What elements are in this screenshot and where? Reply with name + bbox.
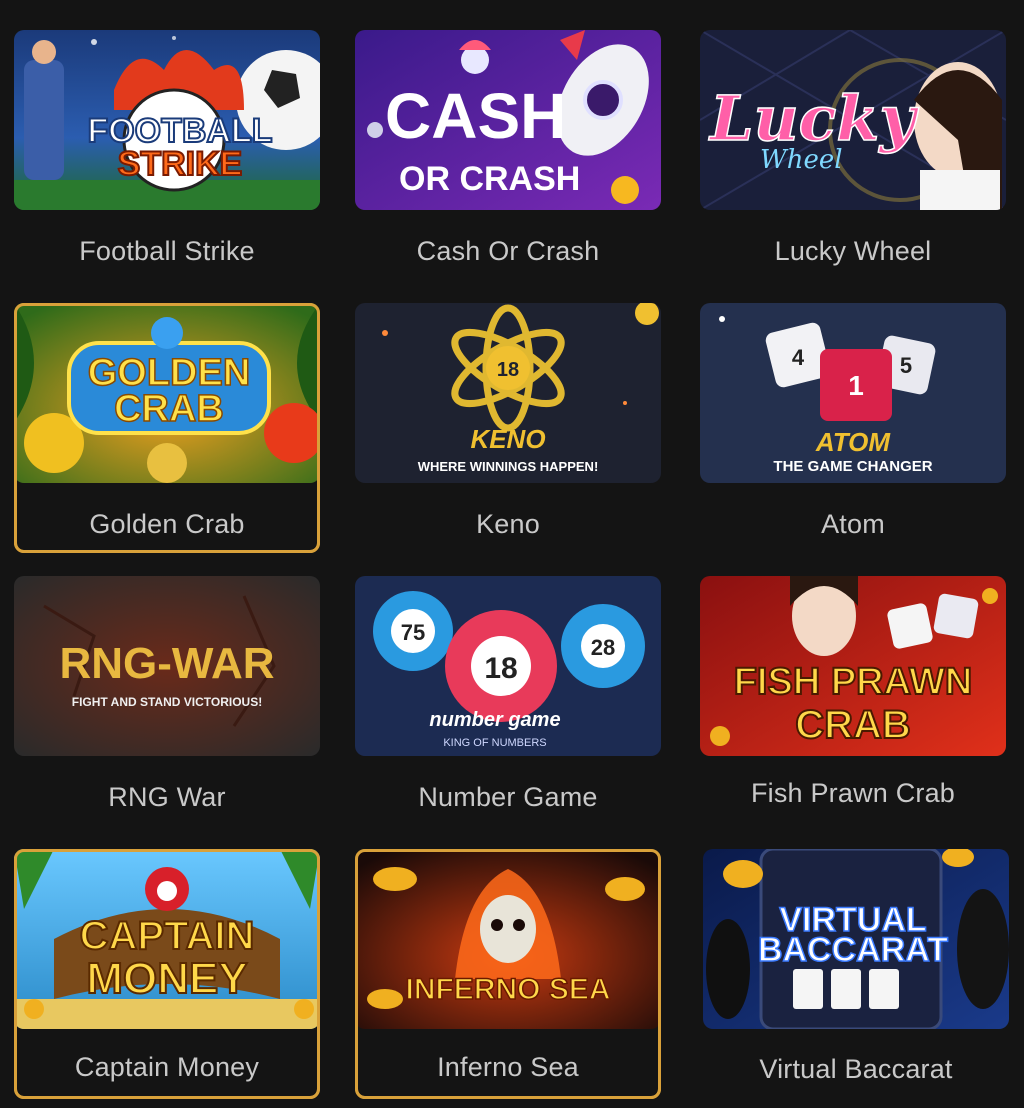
game-card-captain-money[interactable]: CAPTAIN MONEY Captain Money (14, 849, 320, 1099)
game-thumbnail-captain-money[interactable]: CAPTAIN MONEY (14, 849, 320, 1029)
art-ball-28: 28 (591, 635, 615, 660)
art-tagline-rng-war: FIGHT AND STAND VICTORIOUS! (72, 695, 262, 709)
art-subtitle-crab: CRAB (114, 388, 224, 430)
game-card-virtual-baccarat[interactable]: VIRTUAL BACCARAT Virtual Baccarat (703, 849, 1009, 1099)
game-name: Lucky Wheel (774, 236, 932, 266)
game-name: Virtual Baccarat (759, 1054, 953, 1084)
art-ball-75: 75 (401, 620, 425, 645)
game-name: RNG War (108, 782, 226, 812)
art-tile-4: 4 (792, 345, 805, 370)
game-thumbnail-golden-crab[interactable]: GOLDEN CRAB (14, 303, 320, 483)
game-thumbnail-atom[interactable]: 4 5 1 ATOM THE GAME CHANGER (700, 303, 1006, 483)
art-ball-18: 18 (484, 652, 517, 685)
art-title-number-game: number game (429, 709, 560, 731)
game-thumbnail-fish-prawn-crab[interactable]: FISH PRAWN CRAB (700, 576, 1006, 756)
game-card-cash-or-crash[interactable]: CASH OR CRASH Cash Or Crash (355, 30, 661, 280)
game-card-inferno-sea[interactable]: INFERNO SEA Inferno Sea (355, 849, 661, 1099)
game-name: Keno (476, 509, 540, 539)
art-subtitle-crash: OR CRASH (399, 160, 580, 198)
art-subtitle-money: MONEY (86, 954, 247, 1003)
game-card-number-game[interactable]: 75 28 18 number game KING OF NUMBERS Num… (355, 576, 661, 826)
art-title-cash: CASH (385, 80, 566, 152)
game-card-keno[interactable]: 18 KENO WHERE WINNINGS HAPPEN! Keno (355, 303, 661, 553)
game-thumbnail-rng-war[interactable]: RNG-WAR FIGHT AND STAND VICTORIOUS! (14, 576, 320, 756)
game-thumbnail-cash-or-crash[interactable]: CASH OR CRASH (355, 30, 661, 210)
game-name: Fish Prawn Crab (750, 778, 956, 808)
game-name: Cash Or Crash (416, 236, 600, 266)
game-name: Number Game (418, 782, 598, 812)
game-thumbnail-lucky-wheel[interactable]: Lucky Wheel (700, 30, 1006, 210)
art-tagline-keno: WHERE WINNINGS HAPPEN! (418, 459, 599, 474)
art-title-rng-war: RNG-WAR (59, 639, 274, 688)
art-title-inferno-sea: INFERNO SEA (405, 973, 610, 1006)
game-thumbnail-virtual-baccarat[interactable]: VIRTUAL BACCARAT (703, 849, 1009, 1029)
art-subtitle-crab: CRAB (795, 703, 911, 747)
art-tagline-atom: THE GAME CHANGER (773, 458, 932, 475)
game-thumbnail-keno[interactable]: 18 KENO WHERE WINNINGS HAPPEN! (355, 303, 661, 483)
game-card-atom[interactable]: 4 5 1 ATOM THE GAME CHANGER Atom (700, 303, 1006, 553)
game-name: Golden Crab (89, 509, 245, 539)
art-subtitle-wheel: Wheel (760, 145, 843, 175)
art-tagline-number-game: KING OF NUMBERS (443, 737, 546, 749)
art-title-captain: CAPTAIN (80, 914, 255, 958)
game-card-fish-prawn-crab[interactable]: FISH PRAWN CRAB Fish Prawn Crab (700, 576, 1006, 826)
art-title-fish-prawn: FISH PRAWN (734, 661, 973, 703)
game-name: Atom (821, 509, 885, 539)
game-card-golden-crab[interactable]: GOLDEN CRAB Golden Crab (14, 303, 320, 553)
art-tile-1: 1 (848, 370, 864, 401)
game-thumbnail-inferno-sea[interactable]: INFERNO SEA (355, 849, 661, 1029)
art-title-keno: KENO (470, 424, 545, 454)
art-tile-5: 5 (900, 353, 912, 378)
game-name: Football Strike (79, 236, 255, 266)
game-name: Inferno Sea (437, 1052, 579, 1082)
game-card-football-strike[interactable]: FOOTBALL STRIKE Football Strike (14, 30, 320, 280)
art-subtitle-strike: STRIKE (118, 145, 243, 183)
art-ball-18: 18 (497, 359, 519, 381)
game-card-rng-war[interactable]: RNG-WAR FIGHT AND STAND VICTORIOUS! RNG … (14, 576, 320, 826)
game-name: Captain Money (74, 1052, 260, 1082)
art-title-atom: ATOM (815, 427, 891, 457)
game-thumbnail-number-game[interactable]: 75 28 18 number game KING OF NUMBERS (355, 576, 661, 756)
game-grid: FOOTBALL STRIKE Football Strike CASH OR … (0, 0, 1024, 1108)
art-subtitle-baccarat: BACCARAT (758, 931, 948, 969)
game-card-lucky-wheel[interactable]: Lucky Wheel Lucky Wheel (700, 30, 1006, 280)
game-thumbnail-football-strike[interactable]: FOOTBALL STRIKE (14, 30, 320, 210)
